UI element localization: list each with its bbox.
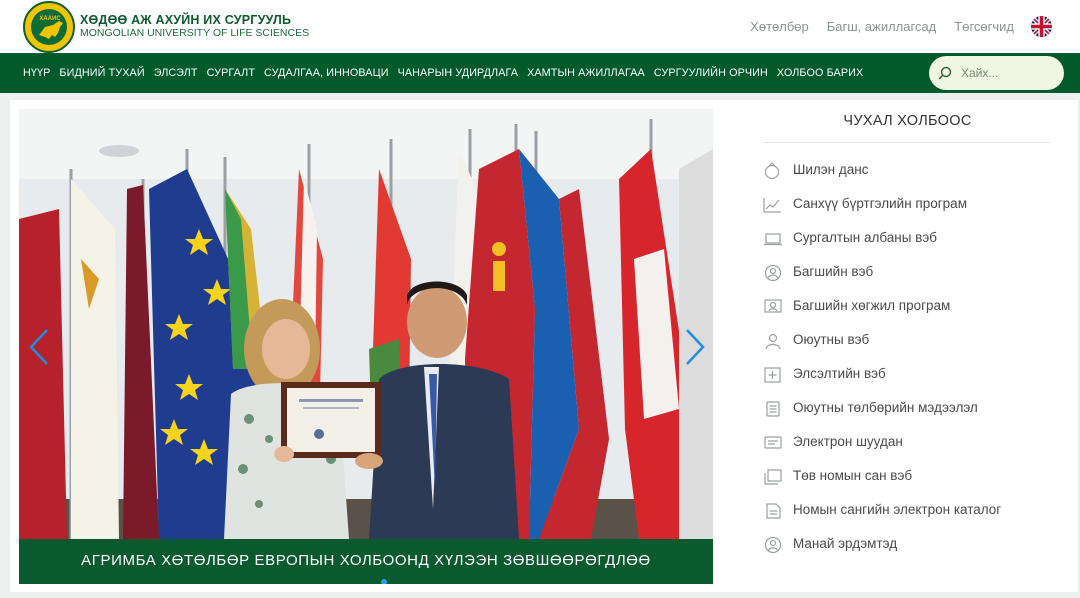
library-icon xyxy=(764,469,782,485)
link-label: Манай эрдэмтэд xyxy=(793,536,898,551)
link-label: Элсэлтийн вэб xyxy=(793,366,886,381)
email-icon xyxy=(764,436,782,449)
nav-item-research[interactable]: СУДАЛГАА, ИННОВАЦИ xyxy=(264,67,389,79)
link-label: Багшийн хөгжил програм xyxy=(793,298,951,313)
horse-emblem-icon xyxy=(39,21,63,39)
slider-next-arrow-icon[interactable] xyxy=(681,327,707,367)
nav-item-campus[interactable]: СУРГУУЛИЙН ОРЧИН xyxy=(654,67,768,79)
important-links-title: ЧУХАЛ ХОЛБООС xyxy=(843,113,972,129)
link-label: Багшийн вэб xyxy=(793,264,874,279)
nav-item-admission[interactable]: ЭЛСЭЛТ xyxy=(154,67,198,79)
slide-photo xyxy=(19,109,713,584)
link-student-payment[interactable]: Оюутны төлбөрийн мэдээлэл xyxy=(763,398,1053,420)
brand-name-en[interactable]: MONGOLIAN UNIVERSITY OF LIFE SCIENCES xyxy=(80,27,309,39)
nav-item-education[interactable]: СУРГАЛТ xyxy=(207,67,255,79)
link-label: Санхүү бүртгэлийн програм xyxy=(793,196,967,211)
search-icon[interactable] xyxy=(937,65,953,81)
slide-caption-bar: АГРИМБА ХӨТӨЛБӨР ЕВРОПЫН ХОЛБООНД ХҮЛЭЭН… xyxy=(19,539,713,584)
nav-item-contact[interactable]: ХОЛБОО БАРИХ xyxy=(777,67,863,79)
search-input[interactable] xyxy=(961,64,1056,82)
nav-item-cooperation[interactable]: ХАМТЫН АЖИЛЛАГАА xyxy=(527,67,645,79)
catalog-icon xyxy=(766,503,781,519)
link-training-office-web[interactable]: Сургалтын албаны вэб xyxy=(763,228,1053,250)
laptop-icon xyxy=(764,233,782,246)
university-logo[interactable] xyxy=(23,1,75,53)
student-icon xyxy=(765,333,781,350)
top-header: ХӨДӨӨ АЖ АХУЙН ИХ СУРГУУЛЬ MONGOLIAN UNI… xyxy=(0,0,1080,53)
teacher-development-icon xyxy=(764,299,782,313)
teacher-icon xyxy=(764,264,782,282)
link-label: Оюутны вэб xyxy=(793,332,870,347)
link-finance-program[interactable]: Санхүү бүртгэлийн програм xyxy=(763,194,1053,216)
link-email[interactable]: Электрон шуудан xyxy=(763,432,1053,454)
payment-info-icon xyxy=(766,401,780,417)
top-links: Хөтөлбөр Багш, ажиллагсад Төгсөгчид xyxy=(750,19,1014,34)
slider-prev-arrow-icon[interactable] xyxy=(27,327,53,367)
link-label: Номын сангийн электрон каталог xyxy=(793,502,1002,517)
link-label: Сургалтын албаны вэб xyxy=(793,230,937,245)
link-library-catalog[interactable]: Номын сангийн электрон каталог xyxy=(763,500,1053,522)
link-student-web[interactable]: Оюутны вэб xyxy=(763,330,1053,352)
nav-item-home[interactable]: НҮҮР xyxy=(23,67,50,79)
link-our-scientists[interactable]: Манай эрдэмтэд xyxy=(763,534,1053,556)
top-link-alumni[interactable]: Төгсөгчид xyxy=(954,19,1014,34)
brand-name-mn[interactable]: ХӨДӨӨ АЖ АХУЙН ИХ СУРГУУЛЬ xyxy=(80,13,291,27)
link-admission-web[interactable]: Элсэлтийн вэб xyxy=(763,364,1053,386)
link-teacher-development[interactable]: Багшийн хөгжил програм xyxy=(763,296,1053,318)
scientists-icon xyxy=(764,536,782,554)
link-label: Шилэн данс xyxy=(793,162,869,177)
finance-chart-icon xyxy=(763,198,781,213)
english-language-flag-icon[interactable] xyxy=(1031,16,1052,37)
link-glass-account[interactable]: Шилэн данс xyxy=(763,160,1053,182)
admission-icon xyxy=(764,367,781,383)
news-slider[interactable]: АГРИМБА ХӨТӨЛБӨР ЕВРОПЫН ХОЛБООНД ХҮЛЭЭН… xyxy=(19,109,713,584)
top-link-staff[interactable]: Багш, ажиллагсад xyxy=(827,19,937,34)
logo-text: ХААИС xyxy=(39,16,61,22)
link-teacher-web[interactable]: Багшийн вэб xyxy=(763,262,1053,284)
important-links-divider xyxy=(764,142,1051,143)
link-label: Электрон шуудан xyxy=(793,434,903,449)
top-link-programs[interactable]: Хөтөлбөр xyxy=(750,19,809,34)
search-box xyxy=(929,56,1064,90)
link-label: Төв номын сан вэб xyxy=(793,468,913,483)
nav-item-quality[interactable]: ЧАНАРЫН УДИРДЛАГА xyxy=(398,67,519,79)
slide-caption[interactable]: АГРИМБА ХӨТӨЛБӨР ЕВРОПЫН ХОЛБООНД ХҮЛЭЭН… xyxy=(19,552,713,569)
nav-item-about[interactable]: БИДНИЙ ТУХАЙ xyxy=(59,67,144,79)
link-central-library[interactable]: Төв номын сан вэб xyxy=(763,466,1053,488)
link-label: Оюутны төлбөрийн мэдээлэл xyxy=(793,400,978,415)
glass-account-icon xyxy=(764,162,780,180)
main-nav: НҮҮР БИДНИЙ ТУХАЙ ЭЛСЭЛТ СУРГАЛТ СУДАЛГА… xyxy=(0,53,1080,93)
slider-dot-active[interactable] xyxy=(381,579,387,584)
